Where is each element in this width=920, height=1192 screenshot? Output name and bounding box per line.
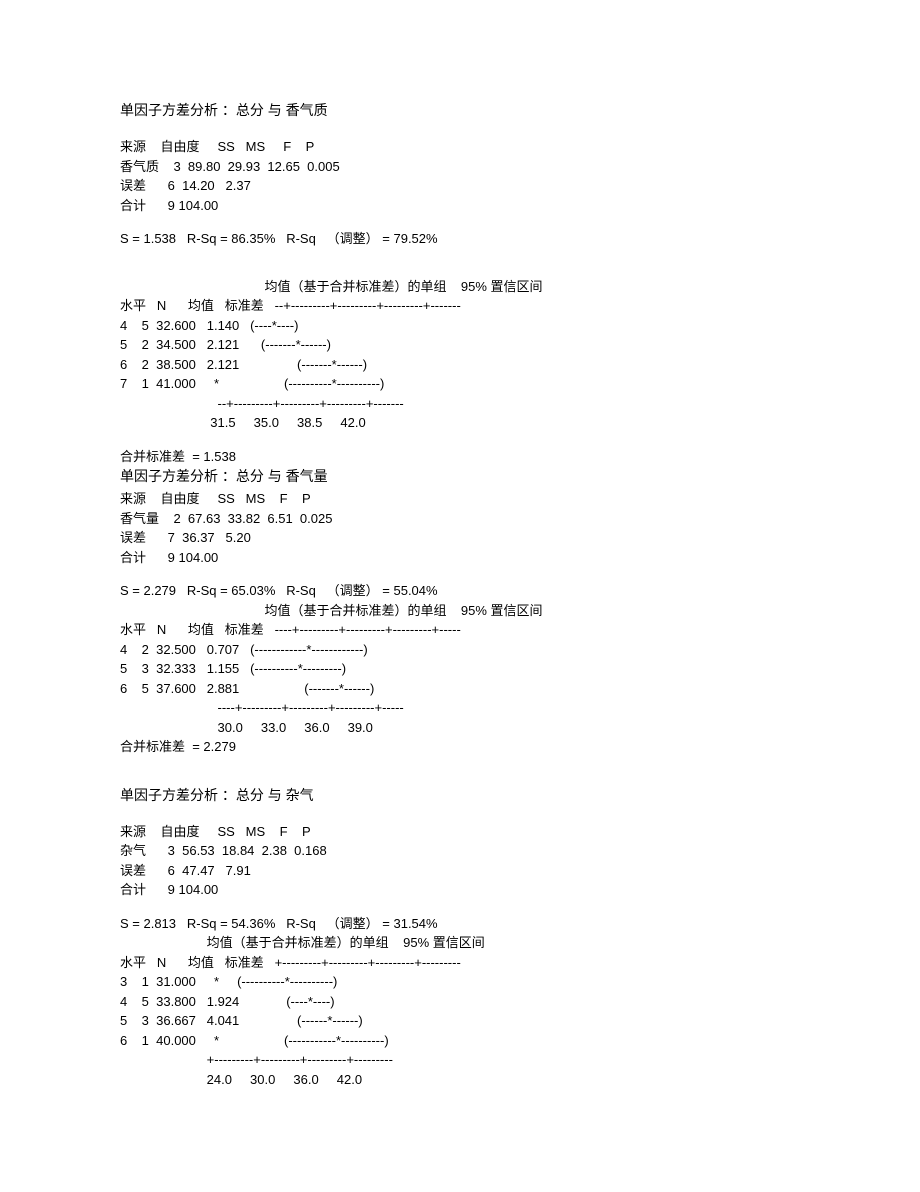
level-header-3: 水平 N 均值 标准差 +---------+---------+-------… bbox=[120, 953, 800, 973]
ci-title-2: 均值（基于合并标准差）的单组 95% 置信区间 bbox=[120, 601, 800, 621]
level-row: 6 5 37.600 2.881 (-------*------) bbox=[120, 679, 800, 699]
axis-labels-1: 31.5 35.0 38.5 42.0 bbox=[120, 413, 800, 433]
anova-header: 来源 自由度 SS MS F P bbox=[120, 822, 800, 842]
anova-row: 误差 7 36.37 5.20 bbox=[120, 528, 800, 548]
level-header-2: 水平 N 均值 标准差 ----+---------+---------+---… bbox=[120, 620, 800, 640]
level-row: 6 1 40.000 * (-----------*----------) bbox=[120, 1031, 800, 1051]
level-row: 4 5 33.800 1.924 (----*----) bbox=[120, 992, 800, 1012]
anova-header: 来源 自由度 SS MS F P bbox=[120, 489, 800, 509]
anova-block-1: 来源 自由度 SS MS F P 香气质 3 89.80 29.93 12.65… bbox=[120, 137, 800, 215]
axis-ruler-2: ----+---------+---------+---------+----- bbox=[120, 698, 800, 718]
section-title-2: 单因子方差分析 ：总分 与 香气量 bbox=[120, 466, 800, 487]
level-row: 6 2 38.500 2.121 (-------*------) bbox=[120, 355, 800, 375]
summary-line-3: S = 2.813 R-Sq = 54.36% R-Sq （调整） = 31.5… bbox=[120, 914, 800, 934]
level-row: 5 3 32.333 1.155 (----------*---------) bbox=[120, 659, 800, 679]
axis-ruler-3: +---------+---------+---------+--------- bbox=[120, 1050, 800, 1070]
anova-block-3: 来源 自由度 SS MS F P 杂气 3 56.53 18.84 2.38 0… bbox=[120, 822, 800, 900]
anova-row: 误差 6 47.47 7.91 bbox=[120, 861, 800, 881]
summary-line-2: S = 2.279 R-Sq = 65.03% R-Sq （调整） = 55.0… bbox=[120, 581, 800, 601]
summary-line-1: S = 1.538 R-Sq = 86.35% R-Sq （调整） = 79.5… bbox=[120, 229, 800, 249]
anova-header: 来源 自由度 SS MS F P bbox=[120, 137, 800, 157]
ci-title-3: 均值（基于合并标准差）的单组 95% 置信区间 bbox=[120, 933, 800, 953]
level-row: 3 1 31.000 * (----------*----------) bbox=[120, 972, 800, 992]
level-header-1: 水平 N 均值 标准差 --+---------+---------+-----… bbox=[120, 296, 800, 316]
level-row: 5 3 36.667 4.041 (------*------) bbox=[120, 1011, 800, 1031]
level-row: 4 2 32.500 0.707 (------------*---------… bbox=[120, 640, 800, 660]
level-row: 4 5 32.600 1.140 (----*----) bbox=[120, 316, 800, 336]
axis-ruler-1: --+---------+---------+---------+------- bbox=[120, 394, 800, 414]
level-row: 5 2 34.500 2.121 (-------*------) bbox=[120, 335, 800, 355]
anova-row: 合计 9 104.00 bbox=[120, 548, 800, 568]
pooled-sd-2: 合并标准差 = 2.279 bbox=[120, 737, 800, 757]
anova-row: 误差 6 14.20 2.37 bbox=[120, 176, 800, 196]
axis-labels-2: 30.0 33.0 36.0 39.0 bbox=[120, 718, 800, 738]
anova-row: 香气量 2 67.63 33.82 6.51 0.025 bbox=[120, 509, 800, 529]
section-title-3: 单因子方差分析 ：总分 与 杂气 bbox=[120, 785, 800, 806]
anova-row: 香气质 3 89.80 29.93 12.65 0.005 bbox=[120, 157, 800, 177]
anova-row: 合计 9 104.00 bbox=[120, 196, 800, 216]
anova-row: 杂气 3 56.53 18.84 2.38 0.168 bbox=[120, 841, 800, 861]
level-row: 7 1 41.000 * (----------*----------) bbox=[120, 374, 800, 394]
anova-row: 合计 9 104.00 bbox=[120, 880, 800, 900]
ci-title-1: 均值（基于合并标准差）的单组 95% 置信区间 bbox=[120, 277, 800, 297]
section-title-1: 单因子方差分析 ：总分 与 香气质 bbox=[120, 100, 800, 121]
anova-block-2: 来源 自由度 SS MS F P 香气量 2 67.63 33.82 6.51 … bbox=[120, 489, 800, 567]
pooled-sd-1: 合并标准差 = 1.538 bbox=[120, 447, 800, 467]
axis-labels-3: 24.0 30.0 36.0 42.0 bbox=[120, 1070, 800, 1090]
